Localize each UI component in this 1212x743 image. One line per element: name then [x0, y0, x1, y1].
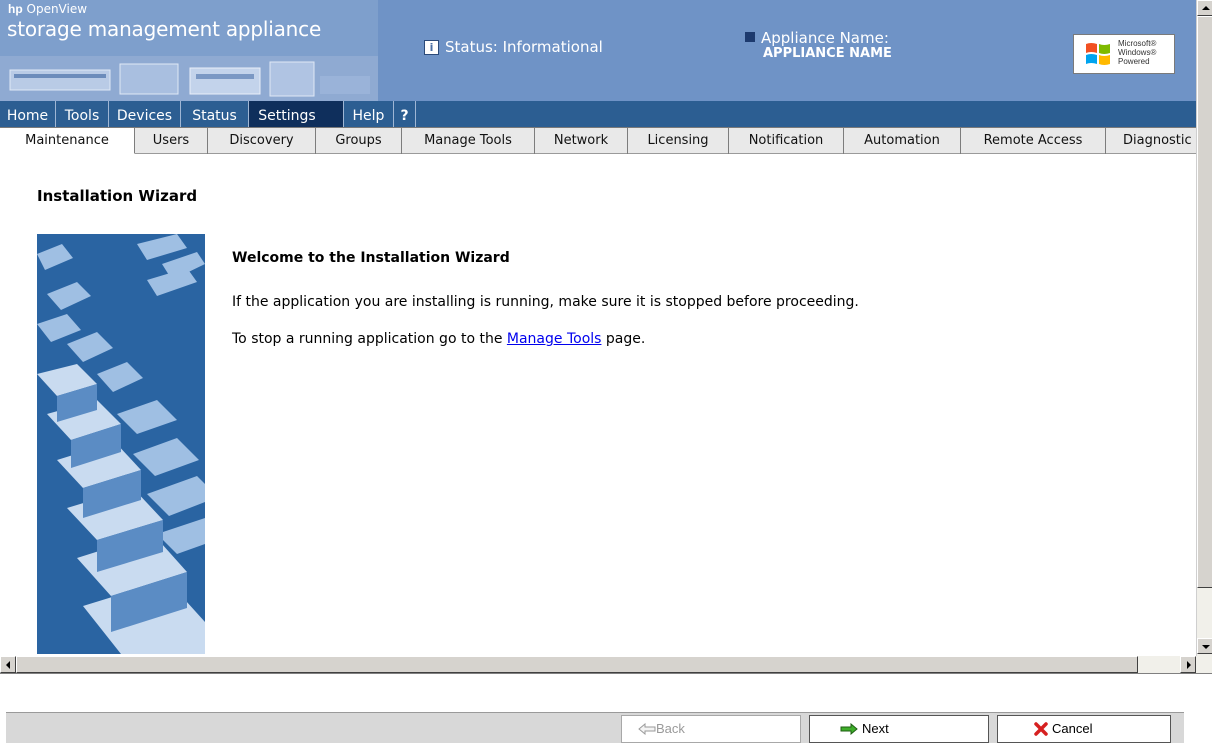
- logo-line-3: Powered: [1118, 57, 1150, 66]
- square-bullet-icon: [745, 32, 755, 42]
- brand-line: hp OpenView: [8, 2, 87, 16]
- subtab-maintenance[interactable]: Maintenance: [0, 128, 135, 154]
- subtab-diagnostic[interactable]: Diagnostic: [1106, 128, 1196, 154]
- back-button[interactable]: Back: [621, 715, 801, 743]
- tab-question-help[interactable]: ?: [394, 101, 416, 128]
- back-label: Back: [656, 721, 685, 736]
- instruction-text: If the application you are installing is…: [232, 294, 859, 310]
- subtab-notification[interactable]: Notification: [729, 128, 844, 154]
- welcome-heading: Welcome to the Installation Wizard: [232, 250, 510, 266]
- hint-text-before: To stop a running application go to the: [232, 331, 503, 347]
- horizontal-scrollbar[interactable]: [0, 656, 1212, 673]
- appliance-name: APPLIANCE NAME: [763, 46, 892, 61]
- settings-sub-navigation: Maintenance Users Discovery Groups Manag…: [0, 127, 1196, 154]
- arrow-up-icon: [1202, 6, 1210, 10]
- equipment-banner-graphic: [0, 56, 378, 101]
- appliance-label: Appliance Name:: [761, 29, 889, 47]
- subtab-groups[interactable]: Groups: [316, 128, 402, 154]
- next-button[interactable]: Next: [809, 715, 989, 743]
- product-name: OpenView: [26, 2, 88, 16]
- cancel-label: Cancel: [1052, 721, 1093, 736]
- app-header: hp OpenView storage management appliance…: [0, 0, 1196, 101]
- appliance-name-block: Appliance Name: APPLIANCE NAME: [745, 30, 892, 62]
- arrow-right-icon: [1187, 661, 1191, 669]
- app-title: storage management appliance: [7, 17, 322, 41]
- arrow-next-icon: [840, 723, 858, 735]
- subtab-network[interactable]: Network: [535, 128, 628, 154]
- arrow-down-icon: [1202, 645, 1210, 649]
- wizard-sidebar-graphic: [37, 234, 205, 654]
- tab-devices[interactable]: Devices: [109, 101, 181, 128]
- subtab-users[interactable]: Users: [135, 128, 208, 154]
- page-title: Installation Wizard: [37, 187, 198, 205]
- tab-help[interactable]: Help: [344, 101, 394, 128]
- scroll-up-button[interactable]: [1197, 0, 1212, 16]
- info-icon: i: [424, 40, 439, 55]
- hint-text-after: page.: [605, 331, 646, 347]
- tab-tools[interactable]: Tools: [56, 101, 109, 128]
- subtab-discovery[interactable]: Discovery: [208, 128, 316, 154]
- next-label: Next: [862, 721, 889, 736]
- hp-logo-text: hp: [8, 2, 23, 16]
- vertical-scrollbar[interactable]: [1196, 0, 1212, 656]
- manage-tools-link[interactable]: Manage Tools: [507, 331, 602, 347]
- windows-powered-logo: Microsoft® Windows® Powered: [1073, 34, 1175, 74]
- brand-block: hp OpenView storage management appliance: [0, 0, 378, 101]
- tab-status[interactable]: Status: [181, 101, 249, 128]
- manage-tools-hint: To stop a running application go to the …: [232, 331, 645, 347]
- cancel-x-icon: [1034, 722, 1048, 736]
- logo-line-1: Microsoft®: [1118, 39, 1157, 48]
- footer-divider: [0, 673, 1212, 674]
- tab-settings[interactable]: Settings: [249, 101, 344, 128]
- staircase-artwork: [37, 234, 205, 654]
- subtab-manage-tools[interactable]: Manage Tools: [402, 128, 535, 154]
- arrow-left-icon: [6, 661, 10, 669]
- subtab-remote-access[interactable]: Remote Access: [961, 128, 1106, 154]
- horizontal-scroll-thumb[interactable]: [16, 656, 1138, 673]
- status-text: Status: Informational: [445, 38, 603, 56]
- top-navigation: Home Tools Devices Status Settings Help …: [0, 101, 1196, 128]
- scroll-right-button[interactable]: [1180, 656, 1196, 673]
- vertical-scroll-thumb[interactable]: [1197, 16, 1212, 588]
- cancel-button[interactable]: Cancel: [997, 715, 1171, 743]
- tab-home[interactable]: Home: [0, 101, 56, 128]
- subtab-licensing[interactable]: Licensing: [628, 128, 729, 154]
- windows-flag-icon: [1086, 43, 1110, 65]
- windows-logo-text: Microsoft® Windows® Powered: [1118, 39, 1156, 66]
- logo-line-2: Windows®: [1118, 48, 1157, 57]
- subtab-automation[interactable]: Automation: [844, 128, 961, 154]
- scroll-down-button[interactable]: [1197, 638, 1212, 654]
- arrow-back-icon: [638, 723, 656, 735]
- status-indicator: i Status: Informational: [424, 38, 603, 56]
- scroll-left-button[interactable]: [0, 656, 16, 673]
